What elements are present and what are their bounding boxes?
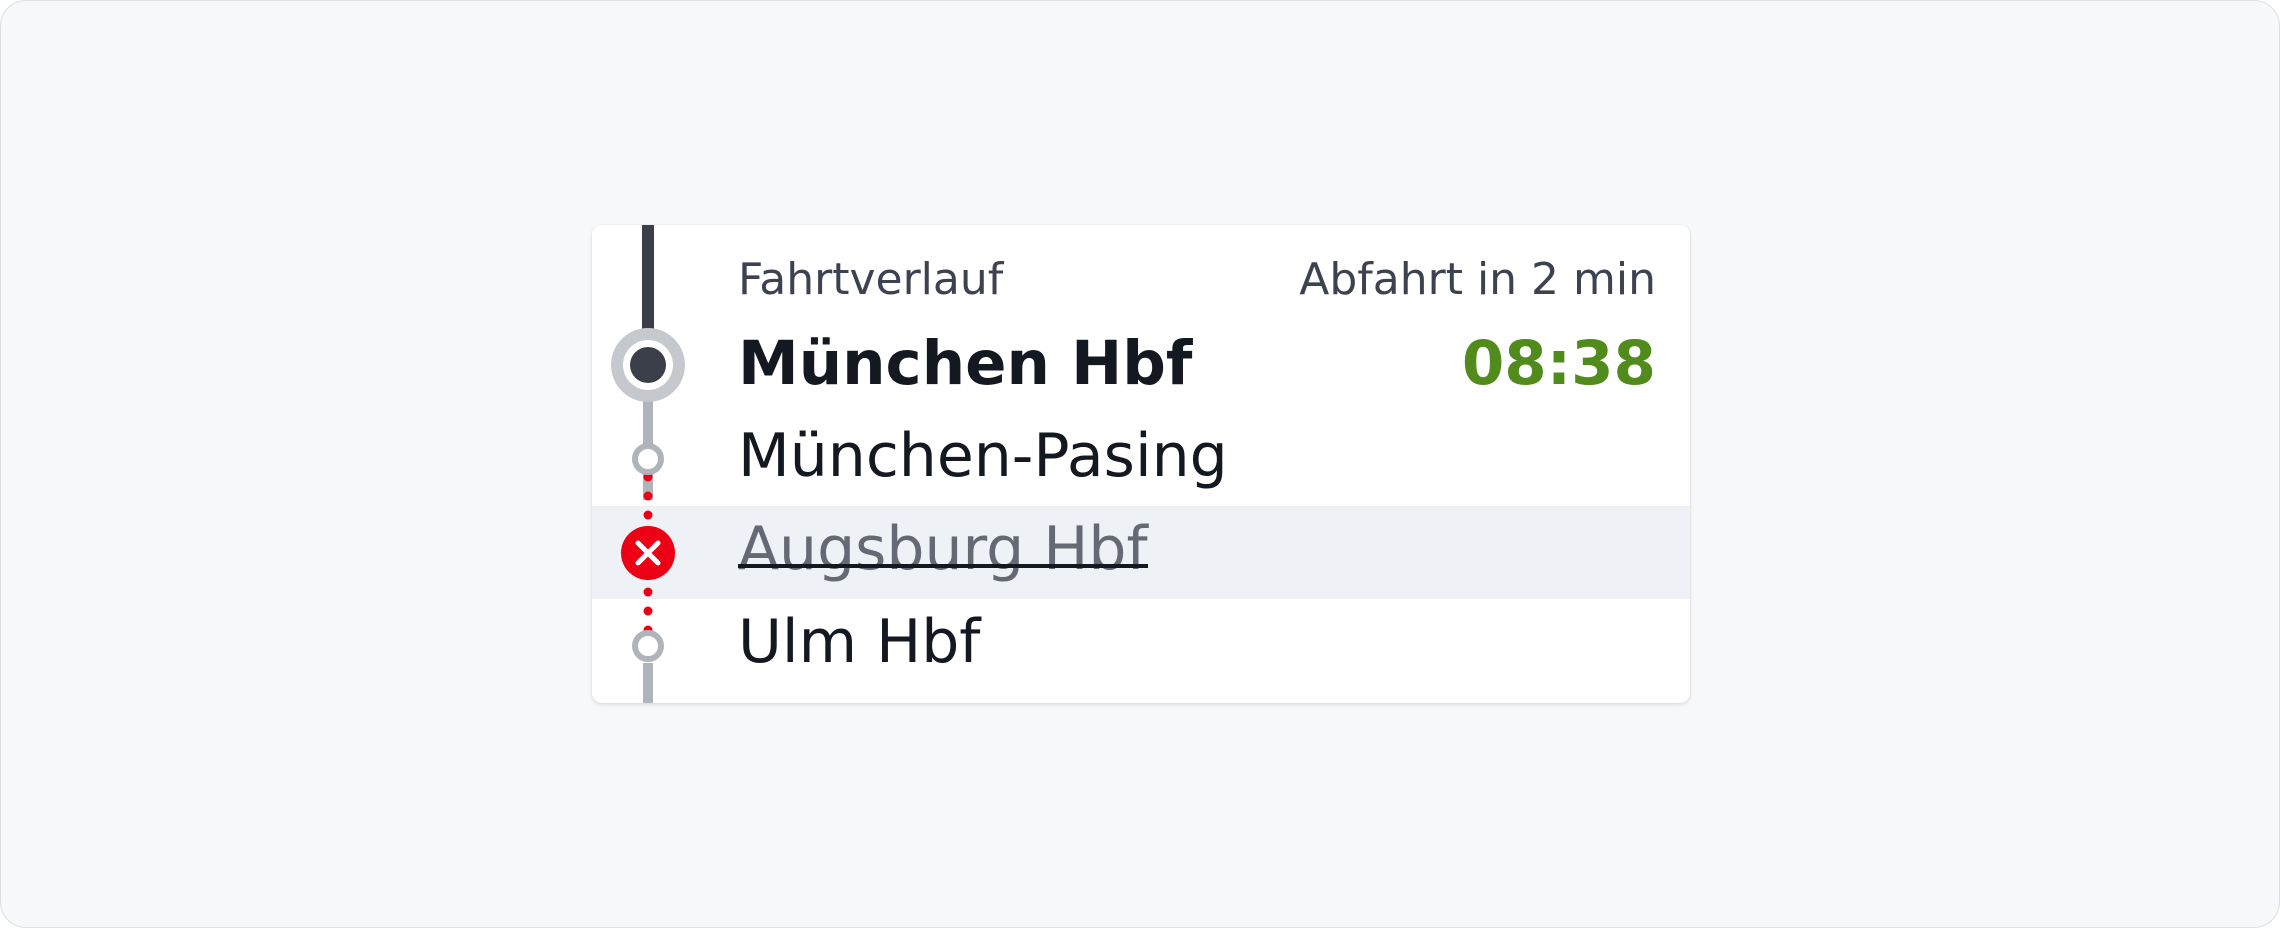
stop-name-cancelled[interactable]: Augsburg Hbf [738,514,1148,584]
onward-line-segment [643,663,653,703]
stop-name-cancelled-text: Augsburg Hbf [738,514,1148,584]
departure-countdown: Abfahrt in 2 min [1299,254,1656,305]
current-stop-icon [611,328,685,402]
app-background: Fahrtverlauf Abfahrt in 2 min München Hb… [0,0,2280,928]
journey-card: Fahrtverlauf Abfahrt in 2 min München Hb… [592,225,1690,703]
departure-time: 08:38 [1461,328,1656,399]
stop-name[interactable]: Ulm Hbf [738,607,980,677]
cancelled-x-icon [621,526,675,580]
stop-circle-icon [632,630,664,662]
strikethrough-line [738,564,1148,568]
route-timeline [611,225,685,703]
stop-circle-icon [632,443,664,475]
stop-name-current[interactable]: München Hbf [738,328,1192,399]
stop-name[interactable]: München-Pasing [738,421,1228,491]
route-header-label: Fahrtverlauf [738,254,1004,305]
